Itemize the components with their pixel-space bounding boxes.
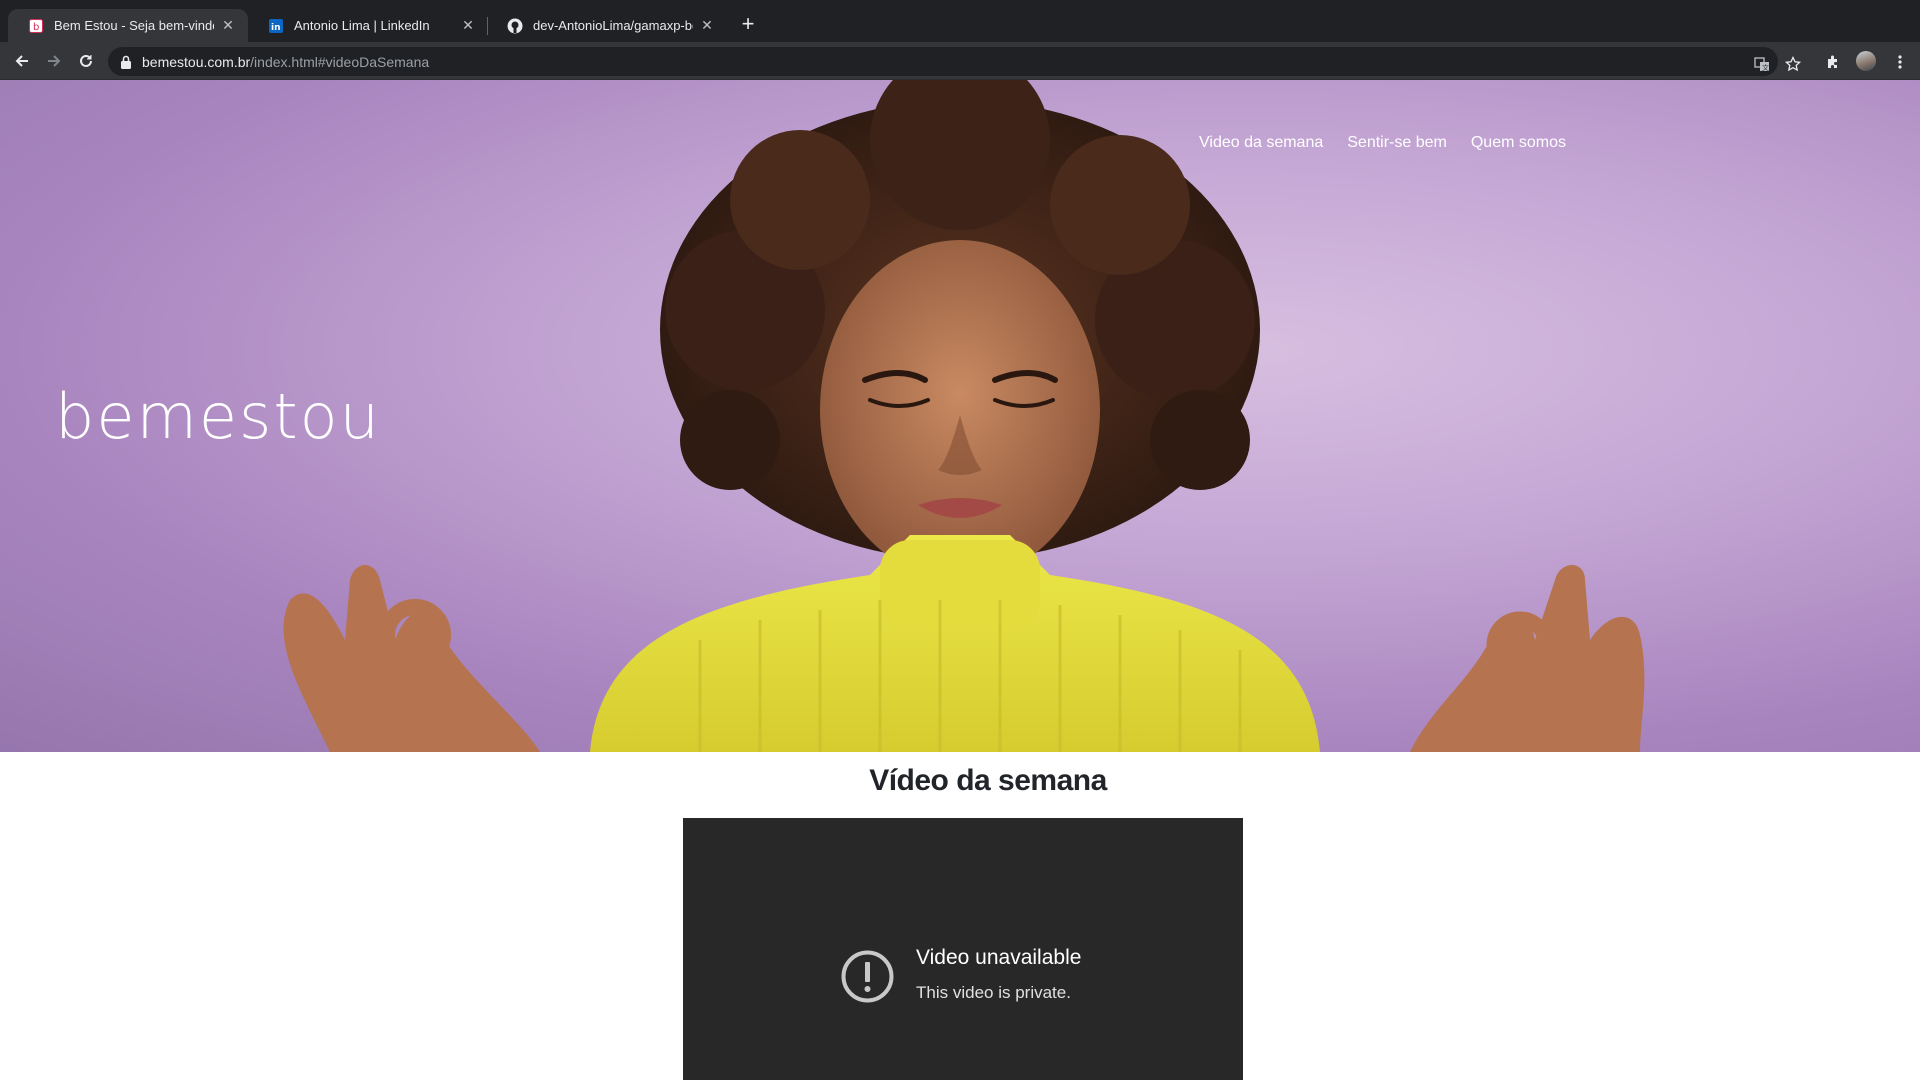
address-bar[interactable]: bemestou.com.br/index.html#videoDaSemana: [108, 47, 1778, 76]
tab-bemestou[interactable]: b Bem Estou - Seja bem-vindo ✕: [8, 9, 248, 42]
bookmark-star-icon[interactable]: [1784, 55, 1802, 73]
video-error-message: This video is private.: [916, 983, 1071, 1002]
new-tab-button[interactable]: +: [737, 13, 759, 35]
nav-link-sentir-se-bem[interactable]: Sentir-se bem: [1347, 134, 1447, 152]
nav-link-quem-somos[interactable]: Quem somos: [1471, 134, 1566, 152]
bemestou-favicon-icon: b: [28, 18, 44, 34]
forward-icon[interactable]: [43, 50, 65, 72]
video-error-title: Video unavailable: [916, 946, 1082, 969]
hero-banner: bemestou Video da semana Sentir-se bem Q…: [0, 80, 1920, 752]
exclamation-circle-icon: [840, 949, 895, 1004]
svg-text:b: b: [33, 22, 39, 33]
svg-text:in: in: [271, 23, 281, 33]
video-embed[interactable]: Video unavailable This video is private.: [683, 818, 1243, 1080]
menu-dots-icon[interactable]: [1890, 52, 1910, 72]
browser-toolbar: bemestou.com.br/index.html#videoDaSemana…: [0, 42, 1920, 80]
close-icon[interactable]: ✕: [220, 17, 236, 34]
url-path: /index.html#videoDaSemana: [250, 53, 430, 70]
site-logo[interactable]: bemestou: [55, 380, 381, 453]
tab-title: Antonio Lima | LinkedIn: [294, 18, 430, 33]
section-title: Vídeo da semana: [869, 764, 1107, 797]
back-icon[interactable]: [11, 50, 33, 72]
tab-title: dev-AntonioLima/gamaxp-bem: [533, 18, 693, 33]
extensions-icon[interactable]: [1823, 52, 1843, 72]
lock-icon: [120, 55, 132, 69]
translate-icon[interactable]: 文: [1753, 55, 1771, 73]
profile-avatar[interactable]: [1856, 51, 1876, 71]
linkedin-icon: in: [268, 18, 284, 34]
close-icon[interactable]: ✕: [699, 17, 715, 34]
svg-text:文: 文: [1762, 63, 1769, 72]
tab-title: Bem Estou - Seja bem-vindo: [54, 18, 214, 33]
main-nav: Video da semana Sentir-se bem Quem somos: [1199, 134, 1566, 152]
nav-link-video-da-semana[interactable]: Video da semana: [1199, 134, 1323, 152]
close-icon[interactable]: ✕: [460, 17, 476, 34]
reload-icon[interactable]: [75, 50, 97, 72]
tab-github[interactable]: dev-AntonioLima/gamaxp-bem ✕: [487, 9, 727, 42]
tab-strip: b Bem Estou - Seja bem-vindo ✕ in Antoni…: [0, 0, 1920, 42]
github-icon: [507, 18, 523, 34]
tab-linkedin[interactable]: in Antonio Lima | LinkedIn ✕: [248, 9, 488, 42]
url-host: bemestou.com.br: [142, 53, 251, 70]
